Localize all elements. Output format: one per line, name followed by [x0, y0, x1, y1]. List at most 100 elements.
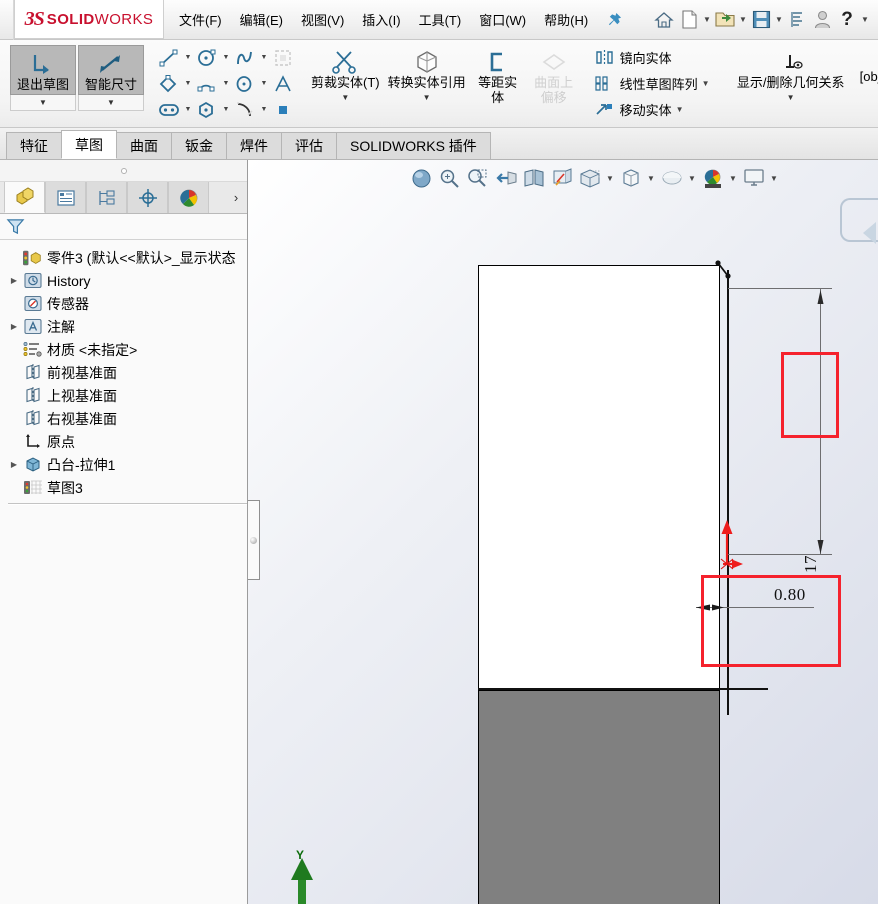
tab-sketch[interactable]: 草图	[61, 130, 117, 159]
tab-surfaces[interactable]: 曲面	[116, 132, 172, 159]
line-tool-dropdown[interactable]: ▼	[182, 46, 194, 70]
ellipse-tool-dropdown[interactable]: ▼	[258, 72, 270, 96]
tab-solidworks-addins[interactable]: SOLIDWORKS 插件	[336, 132, 491, 159]
zoom-to-area-icon[interactable]	[436, 164, 463, 192]
smart-dimension-dropdown[interactable]: ▼	[78, 95, 144, 111]
menu-help[interactable]: 帮助(H)	[535, 6, 597, 33]
trim-entities-button[interactable]: 剪裁实体(T) ▼	[307, 43, 384, 124]
trim-grid-icon[interactable]	[270, 46, 296, 70]
menu-file[interactable]: 文件(F)	[170, 6, 231, 33]
tree-item-part[interactable]: 零件3 (默认<<默认>_显示状态	[6, 246, 247, 269]
help-caret-icon[interactable]: ▼	[860, 15, 870, 24]
polygon-tool-icon[interactable]	[194, 98, 220, 122]
offset-entities-button[interactable]: 等距实体	[470, 43, 526, 124]
dimension-17-text[interactable]: 17	[801, 555, 821, 573]
move-entities-dropdown[interactable]: ▼	[672, 105, 688, 114]
view-settings-dropdown[interactable]: ▼	[768, 164, 780, 192]
circle-tool-dropdown[interactable]: ▼	[220, 46, 232, 70]
edit-appearance-icon[interactable]	[658, 164, 685, 192]
spline-tool-dropdown[interactable]: ▼	[258, 46, 270, 70]
exit-sketch-button[interactable]: 退出草图	[10, 45, 76, 95]
tree-filter-row[interactable]	[0, 214, 247, 240]
view-orientation-icon[interactable]	[548, 164, 575, 192]
exit-sketch-dropdown[interactable]: ▼	[10, 95, 76, 111]
tree-item-top-plane[interactable]: 上视基准面	[6, 384, 247, 407]
zoom-in-out-icon[interactable]	[464, 164, 491, 192]
apply-scene-dropdown[interactable]: ▼	[727, 164, 739, 192]
apply-scene-icon[interactable]	[699, 164, 726, 192]
linear-sketch-pattern-dropdown[interactable]: ▼	[698, 79, 714, 88]
polygon-tool-dropdown[interactable]: ▼	[220, 98, 232, 122]
rectangle-tool-dropdown[interactable]: ▼	[182, 72, 194, 96]
edit-appearance-dropdown[interactable]: ▼	[686, 164, 698, 192]
pin-icon[interactable]	[607, 12, 622, 27]
display-delete-relations-button[interactable]: 显示/删除几何关系 ▼	[726, 43, 856, 124]
display-style-dropdown[interactable]: ▼	[604, 164, 616, 192]
tree-item-annotations[interactable]: ▶ 注解	[6, 315, 247, 338]
point-tool-icon[interactable]	[270, 98, 296, 122]
open-folder-caret-icon[interactable]: ▼	[738, 15, 748, 24]
tree-expander[interactable]: ▶	[6, 276, 22, 285]
line-tool-icon[interactable]	[156, 46, 182, 70]
linear-sketch-pattern-button[interactable]: 线性草图阵列 ▼	[591, 71, 717, 97]
fillet-tool-icon[interactable]	[232, 98, 258, 122]
menu-insert[interactable]: 插入(I)	[353, 6, 409, 33]
spline-tool-icon[interactable]	[232, 46, 258, 70]
open-folder-icon[interactable]	[713, 7, 737, 33]
display-manager-tab[interactable]	[168, 182, 209, 213]
circle-tool-icon[interactable]	[194, 46, 220, 70]
configuration-manager-tab[interactable]	[86, 182, 127, 213]
tree-item-front-plane[interactable]: 前视基准面	[6, 361, 247, 384]
feature-manager-tab[interactable]	[4, 182, 45, 213]
print-icon[interactable]	[785, 7, 809, 33]
mirror-entities-button[interactable]: 镜向实体	[591, 45, 717, 71]
arc-tool-icon[interactable]	[194, 72, 220, 96]
tree-item-origin[interactable]: 原点	[6, 430, 247, 453]
chevron-right-icon[interactable]: ›	[225, 182, 247, 213]
save-caret-icon[interactable]: ▼	[774, 15, 784, 24]
help-question-icon[interactable]: ?	[835, 7, 859, 33]
save-icon[interactable]	[749, 7, 773, 33]
arc-tool-dropdown[interactable]: ▼	[220, 72, 232, 96]
tab-sheetmetal[interactable]: 钣金	[171, 132, 227, 159]
panel-splitter-handle[interactable]	[248, 500, 260, 580]
slot-tool-icon[interactable]	[156, 98, 182, 122]
move-entities-button[interactable]: 移动实体 ▼	[591, 97, 717, 123]
tree-item-history[interactable]: ▶ History	[6, 269, 247, 292]
tree-item-boss-extrude1[interactable]: ▶ 凸台-拉伸1	[6, 453, 247, 476]
home-icon[interactable]	[652, 7, 676, 33]
tab-weldments[interactable]: 焊件	[226, 132, 282, 159]
tree-expander[interactable]: ▶	[6, 460, 22, 469]
section-view-icon[interactable]	[520, 164, 547, 192]
new-document-caret-icon[interactable]: ▼	[702, 15, 712, 24]
tree-item-material[interactable]: 材质 <未指定>	[6, 338, 247, 361]
sketch-origin-marker[interactable]	[703, 512, 743, 572]
view-settings-icon[interactable]	[740, 164, 767, 192]
repair-sketch-button[interactable]: [object Object]	[856, 43, 878, 124]
hide-show-items-icon[interactable]	[617, 164, 644, 192]
user-account-icon[interactable]	[810, 7, 834, 33]
ellipse-tool-icon[interactable]	[232, 72, 258, 96]
convert-entities-button[interactable]: 转换实体引用 ▼	[384, 43, 470, 124]
new-document-icon[interactable]	[677, 7, 701, 33]
tab-features[interactable]: 特征	[6, 132, 62, 159]
fillet-tool-dropdown[interactable]: ▼	[258, 98, 270, 122]
display-delete-relations-dropdown[interactable]: ▼	[787, 90, 795, 104]
menu-view[interactable]: 视图(V)	[292, 6, 353, 33]
tree-item-right-plane[interactable]: 右视基准面	[6, 407, 247, 430]
text-tool-icon[interactable]	[270, 72, 296, 96]
convert-entities-dropdown[interactable]: ▼	[423, 90, 431, 104]
menu-window[interactable]: 窗口(W)	[470, 6, 535, 33]
display-style-icon[interactable]	[576, 164, 603, 192]
rectangle-tool-icon[interactable]	[156, 72, 182, 96]
tree-expander[interactable]: ▶	[6, 322, 22, 331]
tree-item-sensors[interactable]: 传感器	[6, 292, 247, 315]
zoom-to-fit-icon[interactable]	[408, 164, 435, 192]
panel-grip[interactable]	[0, 160, 247, 182]
trim-entities-dropdown[interactable]: ▼	[341, 90, 349, 104]
previous-view-icon[interactable]	[492, 164, 519, 192]
slot-tool-dropdown[interactable]: ▼	[182, 98, 194, 122]
smart-dimension-button[interactable]: 智能尺寸	[78, 45, 144, 95]
dimxpert-manager-tab[interactable]	[127, 182, 168, 213]
property-manager-tab[interactable]	[45, 182, 86, 213]
